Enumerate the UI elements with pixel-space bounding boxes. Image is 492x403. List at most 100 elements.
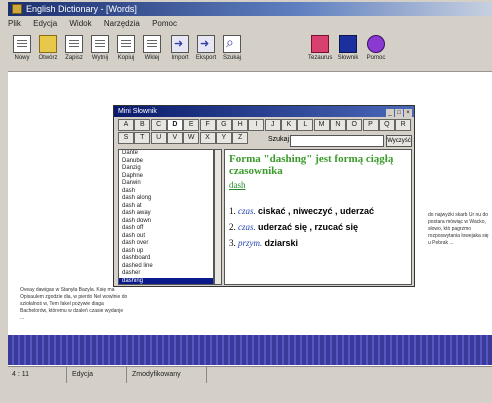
sense-number: 3. bbox=[229, 238, 236, 248]
word-list-item[interactable]: dasher bbox=[119, 270, 213, 278]
toolbar-label: Wklej bbox=[144, 55, 160, 61]
status-mode: Edycja bbox=[68, 367, 127, 383]
word-list-item[interactable]: dash up bbox=[119, 248, 213, 256]
letter-button-q[interactable]: Q bbox=[378, 119, 395, 131]
cut-button[interactable]: Wytnij bbox=[88, 33, 112, 67]
letter-button-m[interactable]: M bbox=[313, 119, 330, 131]
word-list-item[interactable]: Danzig bbox=[119, 165, 213, 173]
maximize-icon[interactable]: □ bbox=[395, 109, 403, 117]
letter-button-a[interactable]: A bbox=[118, 119, 134, 131]
folder-icon bbox=[39, 35, 57, 53]
word-list-item[interactable]: dash at bbox=[119, 203, 213, 211]
letter-button-s[interactable]: S bbox=[118, 132, 134, 144]
search-input[interactable] bbox=[290, 135, 384, 147]
menu-bar: Plik Edycja Widok Narzędzia Pomoc bbox=[8, 17, 492, 30]
book-icon bbox=[339, 35, 357, 53]
base-form-link[interactable]: dash bbox=[229, 180, 246, 190]
letter-button-t[interactable]: T bbox=[134, 132, 151, 144]
thesaurus-button[interactable]: Tezaurus bbox=[308, 33, 332, 67]
open-button[interactable]: Otwórz bbox=[36, 33, 60, 67]
dialog-title: Mini Słownik bbox=[118, 108, 157, 115]
word-list-item[interactable]: dash down bbox=[119, 218, 213, 226]
word-list-item[interactable]: dash out bbox=[119, 233, 213, 241]
word-list-item[interactable]: Danube bbox=[119, 158, 213, 166]
letter-button-c[interactable]: C bbox=[150, 119, 167, 131]
word-list-item[interactable]: dash along bbox=[119, 195, 213, 203]
application-window: English Dictionary - [Words] Plik Edycja… bbox=[0, 0, 492, 403]
letter-button-g[interactable]: G bbox=[215, 119, 232, 131]
letter-button-o[interactable]: O bbox=[346, 119, 363, 131]
toolbar-label: Pomoc bbox=[366, 55, 386, 61]
copy-icon bbox=[117, 35, 135, 53]
letter-button-w[interactable]: W bbox=[183, 132, 200, 144]
clear-button[interactable]: Wyczyść bbox=[386, 135, 412, 147]
window-title: English Dictionary - [Words] bbox=[26, 4, 137, 14]
word-list-item[interactable]: dash away bbox=[119, 210, 213, 218]
menu-item[interactable]: Edycja bbox=[33, 19, 57, 28]
letter-button-f[interactable]: F bbox=[199, 119, 216, 131]
dictionary-button[interactable]: Słownik bbox=[336, 33, 360, 67]
toolbar-label: Import bbox=[171, 55, 189, 61]
word-list-item[interactable]: dash bbox=[119, 188, 213, 196]
toolbar-label: Kopiuj bbox=[117, 55, 135, 61]
letter-button-b[interactable]: B bbox=[134, 119, 151, 131]
word-list-item[interactable]: Dante bbox=[119, 150, 213, 158]
export-button[interactable]: Eksport bbox=[194, 33, 218, 67]
letter-button-v[interactable]: V bbox=[166, 132, 183, 144]
new-button[interactable]: Nowy bbox=[10, 33, 34, 67]
sense-pos: czas. bbox=[238, 206, 256, 216]
letter-button-e[interactable]: E bbox=[183, 119, 200, 131]
word-list-item[interactable]: dashed line bbox=[119, 263, 213, 271]
search-button[interactable]: Szukaj bbox=[220, 33, 244, 67]
save-button[interactable]: Zapisz bbox=[62, 33, 86, 67]
paste-button[interactable]: Wklej bbox=[140, 33, 164, 67]
app-icon bbox=[12, 4, 22, 14]
word-list-item[interactable]: dashing bbox=[119, 277, 213, 284]
copy-button[interactable]: Kopiuj bbox=[114, 33, 138, 67]
menu-item[interactable]: Widok bbox=[69, 19, 91, 28]
letter-button-r[interactable]: R bbox=[395, 119, 412, 131]
word-list-item[interactable]: dash off bbox=[119, 225, 213, 233]
sense-text: uderzać się , rzucać się bbox=[258, 222, 359, 232]
menu-item[interactable]: Plik bbox=[8, 19, 21, 28]
letter-button-u[interactable]: U bbox=[150, 132, 167, 144]
toolbar-label: Nowy bbox=[14, 55, 30, 61]
dictionary-dialog: Mini Słownik _ □ × ABCDEFGHIJKLMNOPQRSTUVW… bbox=[113, 105, 415, 287]
toolbar-label: Otwórz bbox=[38, 55, 58, 61]
letter-button-i[interactable]: I bbox=[248, 119, 265, 131]
sense-pos: przym. bbox=[238, 238, 263, 248]
letter-button-y[interactable]: Y bbox=[215, 132, 232, 144]
letter-button-x[interactable]: X bbox=[199, 132, 216, 144]
sense-item: 2. czas. uderzać się , rzucać się bbox=[229, 222, 358, 232]
word-list-scrollbar[interactable] bbox=[214, 149, 222, 285]
search-icon bbox=[223, 34, 241, 53]
letter-button-z[interactable]: Z bbox=[232, 132, 249, 144]
letter-button-k[interactable]: K bbox=[281, 119, 297, 131]
letter-button-l[interactable]: L bbox=[297, 119, 314, 131]
status-bar: 4 : 11 Edycja Zmodyfikowany bbox=[8, 366, 492, 383]
import-button[interactable]: Import bbox=[168, 33, 192, 67]
sense-number: 1. bbox=[229, 206, 236, 216]
help-button[interactable]: Pomoc bbox=[364, 33, 388, 67]
close-icon[interactable]: × bbox=[404, 109, 412, 117]
menu-item[interactable]: Pomoc bbox=[152, 19, 177, 28]
word-list-item[interactable]: dashboard bbox=[119, 255, 213, 263]
definition-pane: Forma "dashing" jest formą ciągłą czasow… bbox=[224, 149, 412, 285]
help-icon bbox=[367, 35, 385, 53]
letter-button-d[interactable]: D bbox=[166, 119, 183, 131]
word-list-item[interactable]: Darwin bbox=[119, 180, 213, 188]
minimize-icon[interactable]: _ bbox=[386, 109, 394, 117]
menu-item[interactable]: Narzędzia bbox=[104, 19, 140, 28]
letter-button-p[interactable]: P bbox=[362, 119, 379, 131]
word-list-item[interactable]: Daphne bbox=[119, 173, 213, 181]
letter-button-j[interactable]: J bbox=[264, 119, 281, 131]
letter-button-n[interactable]: N bbox=[329, 119, 346, 131]
sense-item: 1. czas. ciskać , niweczyć , uderzać bbox=[229, 206, 374, 216]
letter-button-h[interactable]: H bbox=[232, 119, 249, 131]
thesaurus-icon bbox=[311, 35, 329, 53]
horizontal-scrollbar[interactable] bbox=[8, 335, 492, 365]
toolbar: Nowy Otwórz Zapisz Wytnij Kopiuj Wklej I… bbox=[8, 31, 492, 72]
word-list-item[interactable]: dash over bbox=[119, 240, 213, 248]
cut-icon bbox=[91, 35, 109, 53]
word-list[interactable]: Dante Danube Danzig Daphne Darwin dash dash al… bbox=[118, 149, 214, 285]
